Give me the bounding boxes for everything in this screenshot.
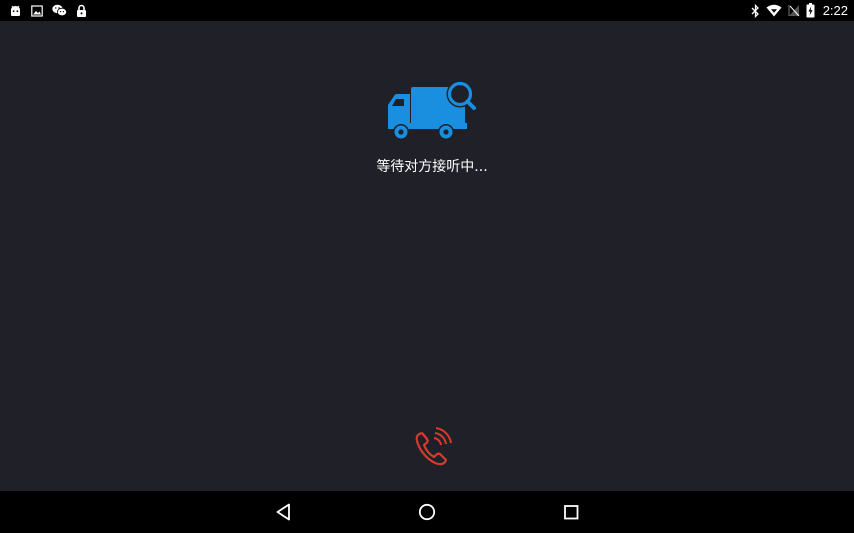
back-button[interactable] (273, 501, 295, 523)
status-bar: 2:22 (0, 0, 854, 21)
truck-search-icon (385, 77, 477, 143)
lock-icon (76, 4, 87, 17)
home-button[interactable] (416, 501, 438, 523)
system-status-icons: 2:22 (751, 2, 848, 19)
wechat-icon (52, 4, 67, 17)
waiting-status-text: 等待对方接听中... (376, 159, 488, 175)
navigation-bar (0, 491, 854, 533)
battery-charging-icon (806, 3, 815, 18)
image-icon (31, 4, 43, 17)
bluetooth-icon (751, 3, 760, 18)
phone-hangup-icon (415, 427, 452, 466)
recents-square-icon (564, 505, 579, 520)
wifi-icon (766, 4, 782, 17)
no-sim-icon (788, 4, 800, 17)
notification-icons (9, 3, 87, 18)
status-time: 2:22 (822, 3, 848, 18)
android-icon (9, 5, 22, 17)
back-triangle-icon (276, 503, 290, 521)
call-screen: 2:22 等待对方接听中... (0, 0, 854, 533)
home-circle-icon (418, 503, 436, 521)
hangup-button[interactable] (410, 426, 454, 470)
call-content: 等待对方接听中... (0, 21, 854, 491)
recents-button[interactable] (560, 501, 582, 523)
